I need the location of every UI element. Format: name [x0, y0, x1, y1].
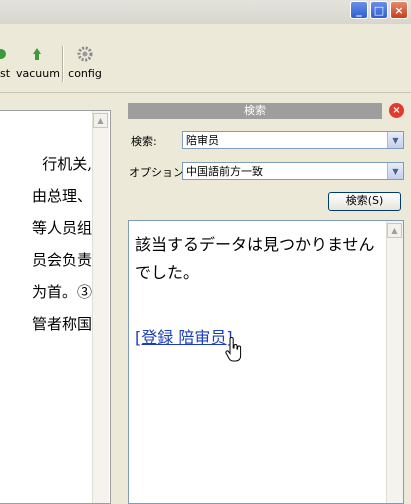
- toolbar-button-vacuum[interactable]: vacuum: [16, 46, 60, 80]
- close-icon: ×: [392, 105, 401, 116]
- document-line: 为首。③: [31, 283, 92, 301]
- toolbar-button-config[interactable]: config: [66, 46, 104, 80]
- search-query-value: 陪审员: [186, 134, 219, 147]
- search-query-combobox[interactable]: 陪审员 ▼: [182, 131, 404, 149]
- toolbar-button-label: vacuum: [16, 67, 60, 80]
- search-result-pane: 該当するデータは見つかりませんでした。 [登録 陪审员] ▲: [128, 220, 404, 504]
- document-line: 等人员组: [31, 219, 92, 237]
- scroll-up-button[interactable]: ▲: [387, 223, 402, 238]
- result-message: 該当するデータは見つかりませんでした。: [135, 235, 375, 282]
- document-line: 管者称国: [31, 315, 92, 333]
- cleanup-icon: [0, 49, 6, 59]
- document-line: 员会负责: [31, 251, 92, 269]
- search-option-value: 中国語前方一致: [186, 165, 263, 178]
- close-panel-button[interactable]: ×: [389, 103, 404, 118]
- minimize-icon: _: [356, 3, 362, 17]
- close-window-button[interactable]: ×: [390, 1, 408, 19]
- document-scrollbar[interactable]: ▲: [92, 111, 109, 503]
- minimize-button[interactable]: _: [350, 1, 368, 19]
- scroll-up-button[interactable]: ▲: [93, 113, 108, 128]
- chevron-down-icon[interactable]: ▼: [387, 132, 403, 148]
- vacuum-icon: [33, 48, 41, 60]
- document-line: 行机关,: [42, 155, 92, 173]
- document-line: 由总理、: [31, 187, 92, 205]
- window-title-bar: _ □ ×: [0, 0, 411, 25]
- gear-icon: [77, 46, 93, 62]
- chevron-up-icon: ▲: [391, 226, 398, 235]
- query-label: 検索:: [131, 135, 157, 148]
- toolbar-button-st[interactable]: st: [0, 46, 12, 80]
- document-pane[interactable]: 行机关, 由总理、 等人员组 员会负责 为首。③ 管者称国 ▲: [0, 110, 111, 504]
- chevron-down-icon[interactable]: ▼: [387, 163, 403, 179]
- register-word-link[interactable]: [登録 陪审员]: [135, 324, 233, 348]
- result-scrollbar[interactable]: ▲: [386, 221, 403, 503]
- search-panel-title: 検索: [128, 103, 382, 119]
- search-button[interactable]: 検索(S): [328, 192, 401, 211]
- chevron-up-icon: ▲: [97, 116, 104, 125]
- toolbar: st vacuum config: [0, 24, 411, 93]
- toolbar-separator: [62, 46, 64, 82]
- close-icon: ×: [394, 3, 404, 17]
- toolbar-button-label: st: [0, 67, 11, 80]
- option-label: オプション:: [129, 166, 188, 179]
- toolbar-button-label: config: [68, 67, 102, 80]
- maximize-icon: □: [373, 3, 385, 17]
- search-option-combobox[interactable]: 中国語前方一致 ▼: [182, 162, 404, 180]
- hand-cursor-icon: [225, 337, 242, 362]
- maximize-button[interactable]: □: [370, 1, 388, 19]
